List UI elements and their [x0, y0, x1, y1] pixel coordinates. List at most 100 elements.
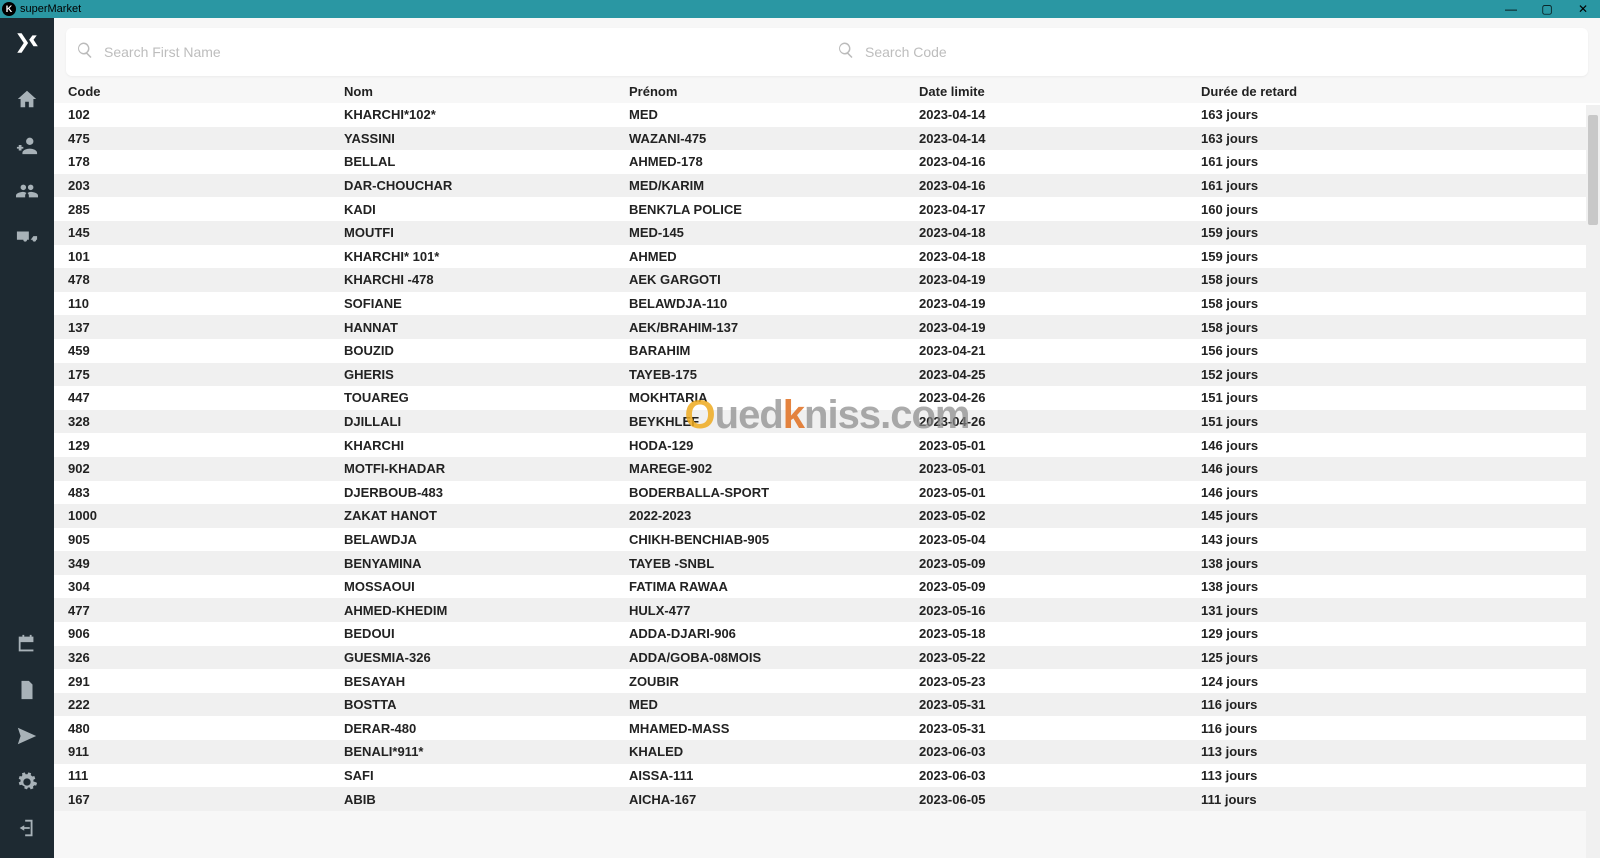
table-body[interactable]: 102KHARCHI*102*MED2023-04-14163 jours475…	[54, 103, 1600, 858]
table-row[interactable]: 101KHARCHI* 101*AHMED2023-04-18159 jours	[54, 245, 1600, 269]
header-code[interactable]: Code	[54, 84, 344, 99]
table-row[interactable]: 349BENYAMINATAYEB -SNBL2023-05-09138 jou…	[54, 551, 1600, 575]
logout-icon[interactable]	[11, 812, 43, 844]
calendar-icon[interactable]	[11, 628, 43, 660]
table-row[interactable]: 1000ZAKAT HANOT2022-20232023-05-02145 jo…	[54, 504, 1600, 528]
header-retard[interactable]: Durée de retard	[1201, 84, 1600, 99]
table-row[interactable]: 102KHARCHI*102*MED2023-04-14163 jours	[54, 103, 1600, 127]
table-row[interactable]: 478KHARCHI -478AEK GARGOTI2023-04-19158 …	[54, 268, 1600, 292]
cell-prenom: AHMED	[629, 249, 919, 264]
cell-date: 2023-05-31	[919, 721, 1201, 736]
cell-date: 2023-04-14	[919, 107, 1201, 122]
table-row[interactable]: 447TOUAREGMOKHTARIA2023-04-26151 jours	[54, 386, 1600, 410]
cell-nom: TOUAREG	[344, 390, 629, 405]
header-nom[interactable]: Nom	[344, 84, 629, 99]
cell-date: 2023-04-19	[919, 272, 1201, 287]
cell-code: 477	[54, 603, 344, 618]
cell-nom: BENALI*911*	[344, 744, 629, 759]
document-icon[interactable]	[11, 674, 43, 706]
header-date[interactable]: Date limite	[919, 84, 1201, 99]
cell-code: 911	[54, 744, 344, 759]
table-row[interactable]: 222BOSTTAMED2023-05-31116 jours	[54, 693, 1600, 717]
maximize-button[interactable]: ▢	[1540, 2, 1554, 16]
cell-code: 203	[54, 178, 344, 193]
table-row[interactable]: 483DJERBOUB-483BODERBALLA-SPORT2023-05-0…	[54, 481, 1600, 505]
cell-prenom: AEK GARGOTI	[629, 272, 919, 287]
cell-date: 2023-05-18	[919, 626, 1201, 641]
cell-retard: 116 jours	[1201, 721, 1600, 736]
cell-nom: DERAR-480	[344, 721, 629, 736]
table-row[interactable]: 304MOSSAOUIFATIMA RAWAA2023-05-09138 jou…	[54, 575, 1600, 599]
cell-prenom: BEYKHLEF	[629, 414, 919, 429]
cell-code: 478	[54, 272, 344, 287]
table-row[interactable]: 129KHARCHIHODA-1292023-05-01146 jours	[54, 433, 1600, 457]
cell-nom: GUESMIA-326	[344, 650, 629, 665]
cell-nom: ABIB	[344, 792, 629, 807]
table-row[interactable]: 285KADIBENK7LA POLICE2023-04-17160 jours	[54, 197, 1600, 221]
table-row[interactable]: 475YASSINIWAZANI-4752023-04-14163 jours	[54, 127, 1600, 151]
table-row[interactable]: 328DJILLALIBEYKHLEF2023-04-26151 jours	[54, 410, 1600, 434]
cell-code: 110	[54, 296, 344, 311]
table-row[interactable]: 477AHMED-KHEDIMHULX-4772023-05-16131 jou…	[54, 598, 1600, 622]
cell-prenom: MED	[629, 697, 919, 712]
home-icon[interactable]	[11, 83, 43, 115]
cell-nom: BOSTTA	[344, 697, 629, 712]
table-row[interactable]: 111SAFIAISSA-1112023-06-03113 jours	[54, 764, 1600, 788]
cell-nom: BELAWDJA	[344, 532, 629, 547]
table-row[interactable]: 902MOTFI-KHADARMAREGE-9022023-05-01146 j…	[54, 457, 1600, 481]
cell-retard: 116 jours	[1201, 697, 1600, 712]
cell-date: 2023-05-01	[919, 438, 1201, 453]
search-first-name-input[interactable]	[104, 44, 817, 60]
table-row[interactable]: 110SOFIANEBELAWDJA-1102023-04-19158 jour…	[54, 292, 1600, 316]
table-row[interactable]: 167ABIBAICHA-1672023-06-05111 jours	[54, 787, 1600, 811]
cell-prenom: ZOUBIR	[629, 674, 919, 689]
cell-nom: KHARCHI -478	[344, 272, 629, 287]
cell-retard: 158 jours	[1201, 272, 1600, 287]
cell-prenom: HODA-129	[629, 438, 919, 453]
cell-retard: 161 jours	[1201, 178, 1600, 193]
table-row[interactable]: 178BELLALAHMED-1782023-04-16161 jours	[54, 150, 1600, 174]
table-row[interactable]: 145MOUTFIMED-1452023-04-18159 jours	[54, 221, 1600, 245]
cell-date: 2023-06-03	[919, 768, 1201, 783]
cell-code: 447	[54, 390, 344, 405]
cell-nom: DAR-CHOUCHAR	[344, 178, 629, 193]
cell-prenom: MAREGE-902	[629, 461, 919, 476]
cell-prenom: MED-145	[629, 225, 919, 240]
table-row[interactable]: 911BENALI*911*KHALED2023-06-03113 jours	[54, 740, 1600, 764]
cell-code: 480	[54, 721, 344, 736]
header-prenom[interactable]: Prénom	[629, 84, 919, 99]
cell-nom: AHMED-KHEDIM	[344, 603, 629, 618]
scrollbar-thumb[interactable]	[1588, 115, 1598, 225]
app-logo	[14, 30, 40, 63]
search-code-input[interactable]	[865, 44, 1578, 60]
user-add-icon[interactable]	[11, 129, 43, 161]
cell-code: 137	[54, 320, 344, 335]
table-row[interactable]: 480DERAR-480MHAMED-MASS2023-05-31116 jou…	[54, 716, 1600, 740]
table-row[interactable]: 291BESAYAHZOUBIR2023-05-23124 jours	[54, 669, 1600, 693]
truck-icon[interactable]	[11, 221, 43, 253]
minimize-button[interactable]: —	[1504, 2, 1518, 16]
cell-retard: 113 jours	[1201, 744, 1600, 759]
cell-date: 2023-04-17	[919, 202, 1201, 217]
users-icon[interactable]	[11, 175, 43, 207]
cell-retard: 156 jours	[1201, 343, 1600, 358]
send-icon[interactable]	[11, 720, 43, 752]
table-row[interactable]: 175GHERISTAYEB-1752023-04-25152 jours	[54, 363, 1600, 387]
table-row[interactable]: 137HANNATAEK/BRAHIM-1372023-04-19158 jou…	[54, 315, 1600, 339]
table-row[interactable]: 905BELAWDJACHIKH-BENCHIAB-9052023-05-041…	[54, 528, 1600, 552]
table-row[interactable]: 906BEDOUIADDA-DJARI-9062023-05-18129 jou…	[54, 622, 1600, 646]
table-row[interactable]: 459BOUZIDBARAHIM2023-04-21156 jours	[54, 339, 1600, 363]
cell-code: 101	[54, 249, 344, 264]
cell-retard: 138 jours	[1201, 579, 1600, 594]
cell-retard: 146 jours	[1201, 438, 1600, 453]
cell-date: 2023-05-04	[919, 532, 1201, 547]
cell-prenom: MED	[629, 107, 919, 122]
cell-date: 2023-04-16	[919, 154, 1201, 169]
gear-icon[interactable]	[11, 766, 43, 798]
cell-nom: BEDOUI	[344, 626, 629, 641]
table-row[interactable]: 326GUESMIA-326ADDA/GOBA-08MOIS2023-05-22…	[54, 646, 1600, 670]
cell-retard: 158 jours	[1201, 296, 1600, 311]
scrollbar[interactable]	[1586, 105, 1600, 858]
close-button[interactable]: ✕	[1576, 2, 1590, 16]
table-row[interactable]: 203DAR-CHOUCHARMED/KARIM2023-04-16161 jo…	[54, 174, 1600, 198]
